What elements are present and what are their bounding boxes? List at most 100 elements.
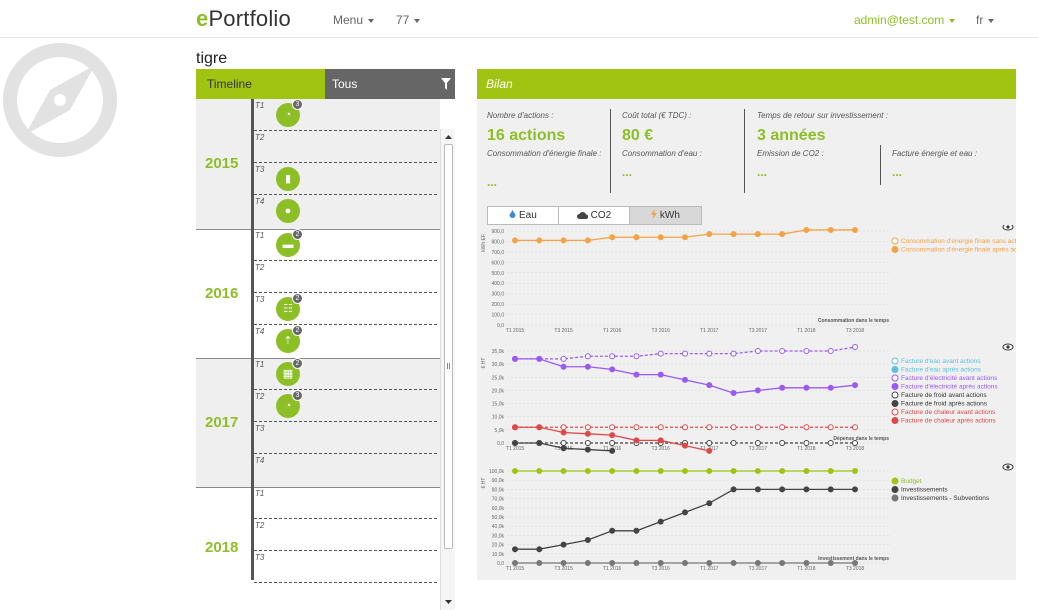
legend-entry: Facture de froid après actions xyxy=(901,401,988,408)
x-tick-label: T1 2017 xyxy=(700,328,719,334)
data-point xyxy=(706,424,713,431)
quarter-label: T1 xyxy=(255,489,265,498)
toggle-kwh-label: kWh xyxy=(659,210,680,221)
data-point xyxy=(560,424,567,431)
data-point xyxy=(754,440,761,446)
legend-entry: Investissements xyxy=(901,487,948,494)
eye-icon[interactable] xyxy=(1002,343,1014,351)
data-point xyxy=(803,348,810,354)
eye-icon[interactable] xyxy=(1002,225,1014,231)
eye-pupil xyxy=(1006,345,1010,349)
action-marker[interactable]: ⇡ 2 xyxy=(276,325,303,353)
menu-dropdown[interactable]: Menu xyxy=(333,13,375,27)
project-dropdown[interactable]: 77 xyxy=(396,13,421,27)
scroll-up-icon[interactable] xyxy=(441,131,456,143)
quarter-label: T1 xyxy=(255,101,265,110)
action-marker[interactable]: ▬ 2 xyxy=(276,229,303,257)
quarter-divider xyxy=(254,550,437,551)
cout-value: 80 € xyxy=(622,127,654,144)
toggle-co2[interactable]: CO2 xyxy=(559,207,630,224)
data-point xyxy=(730,390,737,397)
data-point xyxy=(657,424,664,431)
data-point xyxy=(852,440,858,446)
quarter-label: T4 xyxy=(255,197,265,206)
data-point xyxy=(827,560,834,566)
data-point xyxy=(803,226,810,233)
quarter-divider xyxy=(254,518,437,519)
legend-marker xyxy=(891,408,899,416)
action-count-badge: 3 xyxy=(292,390,303,401)
legend-marker xyxy=(891,494,899,502)
y-tick-label: 300,0 xyxy=(491,292,504,298)
action-marker[interactable]: ◔ 3 xyxy=(276,390,303,418)
drop-icon xyxy=(509,210,516,218)
quarter-divider xyxy=(254,582,437,583)
action-marker[interactable]: ◔ 3 xyxy=(276,99,303,127)
data-point xyxy=(657,234,664,241)
action-marker[interactable]: ☷ 2 xyxy=(276,293,303,321)
data-point xyxy=(730,440,737,446)
scrollbar-thumb[interactable] xyxy=(444,144,453,549)
user-dropdown[interactable]: admin@test.com xyxy=(854,13,956,27)
timeline-body: 2015 T1 T2 T3 T4 2016 T1 T2 T3 T4 2017 T1 T2 T3 T4 2018… xyxy=(196,99,455,610)
filter-label: Tous xyxy=(332,77,358,91)
document-icon: ▮ xyxy=(284,173,292,185)
data-point xyxy=(609,432,616,439)
data-point xyxy=(609,468,616,474)
eye-icon[interactable] xyxy=(1002,463,1014,471)
timeline-year-block: 2018 xyxy=(196,487,440,580)
x-tick-label: T1 2017 xyxy=(700,566,719,572)
x-tick-label: T3 2018 xyxy=(846,446,865,452)
data-point xyxy=(609,447,616,454)
data-point xyxy=(803,468,810,474)
chart-3: 0,0 10,0k 20,0k 30,0k 40,0k 50,0k 60,0k 70,0k 80… xyxy=(481,463,1014,572)
data-point xyxy=(633,353,640,360)
language-label: fr xyxy=(976,13,984,27)
data-point xyxy=(584,468,591,474)
timeline-tab[interactable]: Timeline xyxy=(196,69,325,99)
data-point xyxy=(779,348,786,354)
action-marker[interactable]: ▮ xyxy=(276,167,300,191)
y-axis-label: € HT xyxy=(481,358,487,369)
data-point xyxy=(536,424,543,431)
timeline-year-block: 2016 xyxy=(196,229,440,358)
year-separator xyxy=(196,487,440,488)
data-point xyxy=(852,468,858,474)
y-tick-label: 20,0k xyxy=(492,388,505,394)
timeline-scrollbar[interactable] xyxy=(440,129,455,610)
data-point xyxy=(560,237,567,244)
toggle-kwh[interactable]: kWh xyxy=(630,207,701,224)
y-axis-label: kWh EF xyxy=(481,234,487,252)
scroll-down-icon[interactable] xyxy=(441,596,456,608)
data-point xyxy=(827,424,834,431)
y-tick-label: 500,0 xyxy=(491,271,504,277)
nb-actions-label: Nombre d'actions : xyxy=(487,111,554,120)
data-point xyxy=(609,424,616,431)
eportfolio-logo[interactable]: ePortfolio xyxy=(196,6,291,32)
data-point xyxy=(779,231,786,238)
timeline-filter[interactable]: Tous xyxy=(325,69,455,99)
action-marker[interactable]: ▦ 2 xyxy=(276,358,303,386)
data-point xyxy=(682,234,688,241)
data-point xyxy=(682,442,688,449)
nb-actions-value: 16 actions xyxy=(487,127,566,144)
x-tick-label: T1 2015 xyxy=(506,446,525,452)
action-marker[interactable]: ● xyxy=(276,199,300,223)
toggle-co2-label: CO2 xyxy=(590,210,612,221)
filter-icon[interactable] xyxy=(441,78,451,90)
toggle-eau[interactable]: Eau xyxy=(488,207,559,224)
data-point xyxy=(754,560,761,566)
caret-down-icon xyxy=(414,18,421,23)
data-point xyxy=(536,546,543,553)
language-dropdown[interactable]: fr xyxy=(976,13,995,27)
retour-value: 3 années xyxy=(757,127,826,144)
quarter-label: T3 xyxy=(255,553,265,562)
conso-eau-label: Consommation d'eau : xyxy=(622,149,702,158)
data-point xyxy=(827,384,834,391)
charts-area: 0,0 100,0 200,0 300,0 400,0 500,0 600,0 700,0 80… xyxy=(481,225,1016,572)
data-point xyxy=(754,231,761,238)
x-tick-label: T1 2016 xyxy=(603,328,622,334)
data-point xyxy=(803,424,810,431)
x-tick-label: T3 2018 xyxy=(846,328,865,334)
data-point xyxy=(852,226,858,233)
